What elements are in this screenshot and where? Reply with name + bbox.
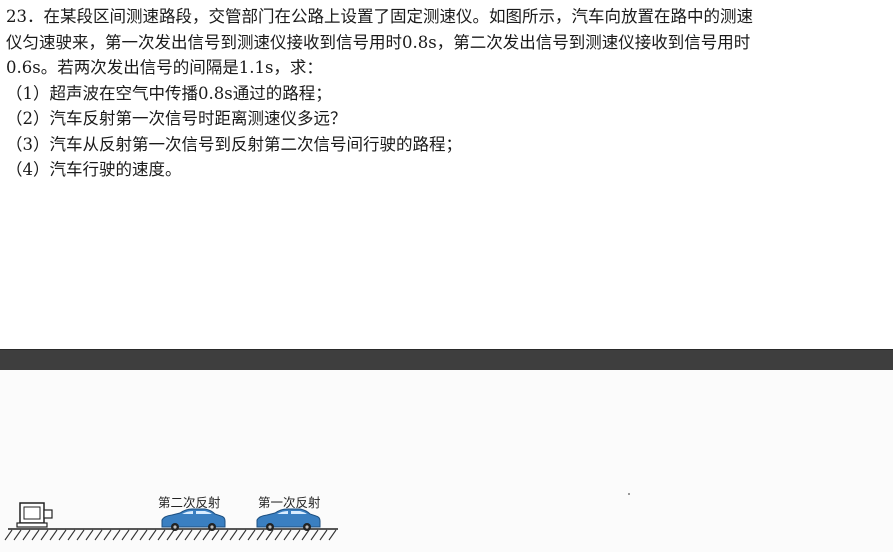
- road-hatch-stroke: [265, 529, 274, 541]
- car-first-reflection-icon: [256, 508, 321, 531]
- road-hatch-stroke: [193, 529, 202, 541]
- road-hatch-stroke: [238, 529, 247, 541]
- road-hatch-stroke: [328, 529, 337, 541]
- road-hatch-stroke: [67, 529, 76, 541]
- road-hatch-stroke: [256, 529, 265, 541]
- question-2: （2）汽车反射第一次信号时距离测速仪多远？: [6, 109, 347, 128]
- road-hatch-stroke: [157, 529, 166, 541]
- road-hatch-stroke: [103, 529, 112, 541]
- road-hatch-stroke: [301, 529, 310, 541]
- road-hatch-stroke: [4, 529, 13, 541]
- road-hatch-stroke: [220, 529, 229, 541]
- road-hatch-stroke: [274, 529, 283, 541]
- road-hatch-stroke: [31, 529, 40, 541]
- car-second-reflection-icon: [161, 508, 226, 531]
- road-hatch-stroke: [85, 529, 94, 541]
- question-panel: 23．在某段区间测速路段，交管部门在公路上设置了固定测速仪。如图所示，汽车向放置…: [0, 0, 893, 349]
- road-hatch-stroke: [319, 529, 328, 541]
- problem-line-2: 仪匀速驶来，第一次发出信号到测速仪接收到信号用时0.8s，第二次发出信号到测速仪…: [6, 32, 751, 52]
- road-hatch-stroke: [13, 529, 22, 541]
- panel-divider: [0, 349, 893, 371]
- road-hatch-stroke: [130, 529, 139, 541]
- road-hatch-stroke: [49, 529, 58, 541]
- road-hatch-stroke: [184, 529, 193, 541]
- road-hatch-stroke: [211, 529, 220, 541]
- question-3: （3）汽车从反射第一次信号到反射第二次信号间行驶的路程；: [6, 134, 462, 154]
- road-hatch-stroke: [22, 529, 31, 541]
- road-hatch-stroke: [40, 529, 49, 541]
- road-hatch-stroke: [292, 529, 301, 541]
- road-hatch-stroke: [229, 529, 238, 541]
- road-hatch-stroke: [76, 529, 85, 541]
- road-hatch-stroke: [283, 529, 292, 541]
- problem-line-1: 23．在某段区间测速路段，交管部门在公路上设置了固定测速仪。如图所示，汽车向放置…: [6, 7, 753, 26]
- road-hatch-stroke: [202, 529, 211, 541]
- speed-camera-icon: [16, 502, 53, 528]
- road-hatch-stroke: [58, 529, 67, 541]
- road-hatch-stroke: [148, 529, 157, 541]
- road-hatch-stroke: [112, 529, 121, 541]
- road-hatching: [4, 529, 337, 541]
- road-hatch-stroke: [139, 529, 148, 541]
- road-hatch-stroke: [175, 529, 184, 541]
- road-hatch-stroke: [166, 529, 175, 541]
- road-hatch-stroke: [310, 529, 319, 541]
- road-hatch-stroke: [121, 529, 130, 541]
- road-hatch-stroke: [247, 529, 256, 541]
- road-hatch-stroke: [94, 529, 103, 541]
- problem-line-3: 0.6s。若两次发出信号的间隔是1.1s，求：: [6, 58, 323, 77]
- question-4: （4）汽车行驶的速度。: [6, 160, 182, 179]
- problem-text: 23．在某段区间测速路段，交管部门在公路上设置了固定测速仪。如图所示，汽车向放置…: [6, 4, 888, 183]
- question-1: （1）超声波在空气中传播0.8s通过的路程；: [6, 83, 332, 103]
- road-diagram: [4, 502, 338, 541]
